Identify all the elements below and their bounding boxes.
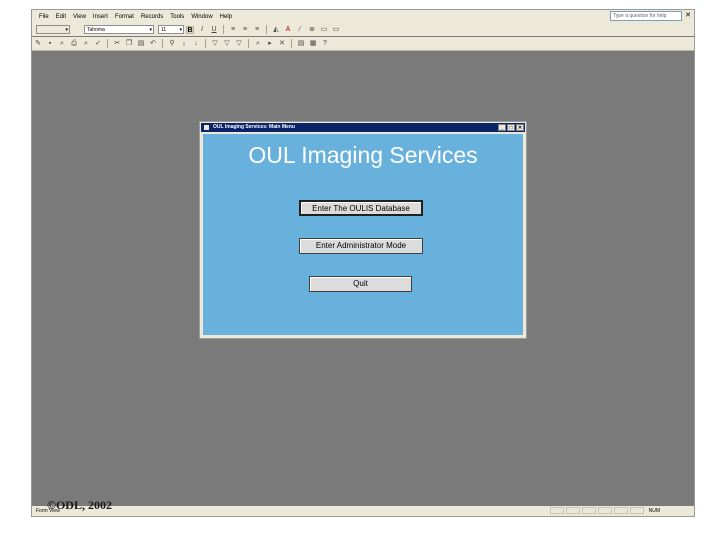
border-icon[interactable]: ▭ <box>320 26 328 34</box>
hyperlink-icon[interactable]: ⚲ <box>168 40 176 48</box>
font-size-select[interactable]: 11 ▾ <box>158 25 184 34</box>
database-window-icon[interactable]: ▤ <box>297 40 305 48</box>
dialog-body: OUL Imaging Services Enter The OULIS Dat… <box>203 134 523 335</box>
spelling-icon[interactable]: ✓ <box>94 40 102 48</box>
menu-records[interactable]: Records <box>141 14 163 20</box>
menu-format[interactable]: Format <box>115 14 134 20</box>
dialog-title: OUL Imaging Services: Main Menu <box>213 124 295 130</box>
new-record-icon[interactable]: ▸ <box>266 40 274 48</box>
apply-filter-icon[interactable]: ▽ <box>235 40 243 48</box>
sort-ascending-icon[interactable]: ↓ <box>180 40 188 48</box>
menu-file[interactable]: File <box>39 14 49 20</box>
print-icon[interactable]: ⎙ <box>70 40 78 48</box>
font-name-select[interactable]: Tahoma ▾ <box>84 25 154 34</box>
menu-window[interactable]: Window <box>191 14 212 20</box>
fill-color-icon[interactable]: ◭ <box>272 26 280 34</box>
main-menu-dialog: OUL Imaging Services: Main Menu _ □ ✕ OU… <box>199 121 527 339</box>
print-preview-icon[interactable]: ⌕ <box>82 40 90 48</box>
toolbar-separator <box>266 25 267 34</box>
chevron-down-icon: ▾ <box>179 27 182 33</box>
close-icon[interactable]: ✕ <box>516 124 524 131</box>
minimize-icon[interactable]: _ <box>498 124 506 131</box>
menu-view[interactable]: View <box>73 14 86 20</box>
italic-icon[interactable]: I <box>198 26 206 34</box>
find-icon[interactable]: ⌕ <box>254 40 262 48</box>
paste-icon[interactable]: ▤ <box>137 40 145 48</box>
bold-icon[interactable]: B <box>186 25 194 34</box>
view-icon[interactable]: ✎ <box>34 40 42 48</box>
new-object-icon[interactable]: ▦ <box>309 40 317 48</box>
chevron-down-icon: ▾ <box>65 27 68 33</box>
special-effect-icon[interactable]: ▭ <box>332 26 340 34</box>
menu-edit[interactable]: Edit <box>56 14 66 20</box>
align-center-icon[interactable]: ≡ <box>241 26 249 34</box>
status-panes <box>550 507 646 515</box>
filter-by-selection-icon[interactable]: ▽ <box>211 40 219 48</box>
undo-icon[interactable]: ↶ <box>149 40 157 48</box>
access-window: File Edit View Insert Format Records Too… <box>31 9 695 517</box>
line-width-icon[interactable]: ≣ <box>308 26 316 34</box>
menu-tools[interactable]: Tools <box>170 14 184 20</box>
sort-descending-icon[interactable]: ↓ <box>192 40 200 48</box>
toolbar-separator <box>223 25 224 34</box>
maximize-icon[interactable]: □ <box>507 124 515 131</box>
align-right-icon[interactable]: ≡ <box>253 26 261 34</box>
toolbar-separator <box>248 39 249 48</box>
menu-help[interactable]: Help <box>220 14 232 20</box>
menu-bar: File Edit View Insert Format Records Too… <box>32 10 694 23</box>
align-left-icon[interactable]: ≡ <box>229 26 237 34</box>
font-color-icon[interactable]: A <box>284 26 292 34</box>
menu-insert[interactable]: Insert <box>93 14 108 20</box>
formatting-toolbar: ▾ Tahoma ▾ 11 ▾ B I U ≡ ≡ ≡ ◭ A ∕ ≣ ▭ ▭ <box>32 23 694 36</box>
toolbar-separator <box>162 39 163 48</box>
copy-icon[interactable]: ❐ <box>125 40 133 48</box>
enter-database-button[interactable]: Enter The OULIS Database <box>299 200 423 216</box>
filter-by-form-icon[interactable]: ▽ <box>223 40 231 48</box>
close-document-icon[interactable]: ✕ <box>685 11 691 21</box>
dialog-title-bar[interactable]: OUL Imaging Services: Main Menu _ □ ✕ <box>201 123 525 132</box>
form-view-toolbar: ✎ ▪ ⌕ ⎙ ⌕ ✓ ✂ ❐ ▤ ↶ ⚲ ↓ ↓ ▽ ▽ ▽ ⌕ ▸ ✕ ▤ … <box>32 37 694 51</box>
form-icon <box>204 125 209 130</box>
window-controls: _ □ ✕ <box>497 124 524 131</box>
toolbar-separator <box>291 39 292 48</box>
copyright-watermark: ©ODL, 2002 <box>47 498 112 512</box>
help-question-input[interactable]: Type a question for help <box>610 11 682 21</box>
toolbar-separator <box>107 39 108 48</box>
search-icon[interactable]: ⌕ <box>58 40 66 48</box>
cut-icon[interactable]: ✂ <box>113 40 121 48</box>
chevron-down-icon: ▾ <box>149 27 152 33</box>
status-bar: Form View NUM <box>32 506 694 516</box>
object-selector[interactable]: ▾ <box>36 25 70 34</box>
delete-record-icon[interactable]: ✕ <box>278 40 286 48</box>
underline-icon[interactable]: U <box>210 26 218 34</box>
line-color-icon[interactable]: ∕ <box>296 26 304 34</box>
quit-button[interactable]: Quit <box>309 276 412 292</box>
status-num-lock: NUM <box>648 508 660 514</box>
help-icon[interactable]: ? <box>321 40 329 48</box>
administrator-mode-button[interactable]: Enter Administrator Mode <box>299 238 423 254</box>
page-title: OUL Imaging Services <box>248 142 478 168</box>
save-icon[interactable]: ▪ <box>46 40 54 48</box>
toolbar-separator <box>205 39 206 48</box>
